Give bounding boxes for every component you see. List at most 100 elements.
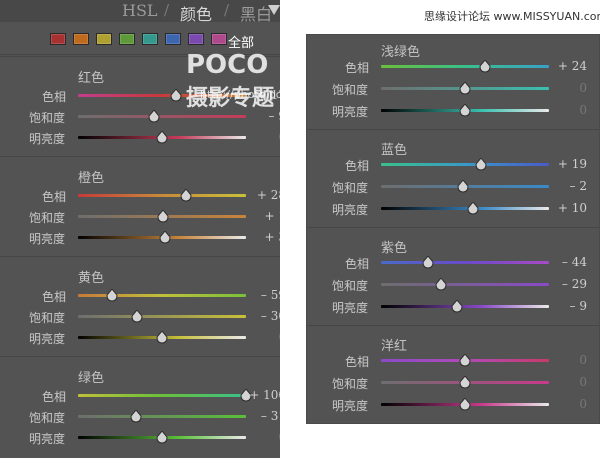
luminance-value[interactable]: + 10: [547, 201, 587, 215]
hue-value[interactable]: + 28: [246, 188, 280, 202]
luminance-slider-thumb[interactable]: [459, 104, 471, 117]
all-colors-label[interactable]: 全部: [228, 32, 254, 51]
hue-value[interactable]: + 24: [547, 59, 587, 73]
hue-slider-thumb[interactable]: [170, 89, 182, 102]
saturation-value[interactable]: – 29: [547, 277, 587, 291]
luminance-value[interactable]: 0: [547, 103, 587, 117]
saturation-slider-track[interactable]: [381, 278, 549, 291]
saturation-value[interactable]: – 31: [246, 409, 280, 423]
saturation-slider-thumb[interactable]: [459, 82, 471, 95]
color-swatch-5[interactable]: [165, 33, 181, 45]
luminance-label: 明亮度: [332, 301, 369, 315]
luminance-slider-track[interactable]: [381, 398, 549, 411]
luminance-value[interactable]: 0: [246, 130, 280, 144]
hue-slider-track[interactable]: [381, 354, 549, 367]
luminance-value[interactable]: 0: [246, 330, 280, 344]
saturation-value[interactable]: – 30: [246, 309, 280, 323]
luminance-slider-track[interactable]: [381, 104, 549, 117]
luminance-label: 明亮度: [332, 399, 369, 413]
section-divider: [0, 156, 280, 157]
luminance-slider-thumb[interactable]: [459, 398, 471, 411]
luminance-slider-thumb[interactable]: [451, 300, 463, 313]
hue-slider-thumb[interactable]: [422, 256, 434, 269]
saturation-value[interactable]: 0: [547, 81, 587, 95]
saturation-slider-track[interactable]: [381, 180, 549, 193]
color-section-2: 紫色 色相 – 44 饱和度 – 29 明亮度 – 9: [307, 227, 599, 325]
hue-value[interactable]: 0: [547, 353, 587, 367]
saturation-slider-thumb[interactable]: [157, 210, 169, 223]
saturation-label: 饱和度: [29, 311, 66, 325]
hue-slider-track[interactable]: [78, 189, 246, 202]
luminance-slider-track[interactable]: [78, 231, 246, 244]
hue-slider-thumb[interactable]: [180, 189, 192, 202]
luminance-slider-track[interactable]: [78, 331, 246, 344]
hue-slider-thumb[interactable]: [459, 354, 471, 367]
saturation-value[interactable]: + 1: [246, 209, 280, 223]
hue-slider-track[interactable]: [381, 158, 549, 171]
slider-row-hue: 色相 – 44: [307, 253, 599, 271]
luminance-slider-thumb[interactable]: [467, 202, 479, 215]
saturation-slider-thumb[interactable]: [131, 310, 143, 323]
luminance-slider-track[interactable]: [381, 300, 549, 313]
saturation-slider-thumb[interactable]: [130, 410, 142, 423]
luminance-slider-track[interactable]: [78, 431, 246, 444]
hue-value[interactable]: – 44: [547, 255, 587, 269]
saturation-slider-track[interactable]: [78, 310, 246, 323]
hue-label: 色相: [345, 355, 370, 369]
color-swatch-1[interactable]: [73, 33, 89, 45]
luminance-label: 明亮度: [29, 432, 66, 446]
luminance-slider-track[interactable]: [381, 202, 549, 215]
luminance-slider-thumb[interactable]: [156, 431, 168, 444]
saturation-slider-track[interactable]: [78, 410, 246, 423]
slider-row-hue: 色相 + 28: [0, 186, 280, 204]
saturation-slider-thumb[interactable]: [435, 278, 447, 291]
hue-value[interactable]: + 19: [547, 157, 587, 171]
saturation-slider-track[interactable]: [381, 82, 549, 95]
saturation-slider-thumb[interactable]: [148, 110, 160, 123]
color-swatch-4[interactable]: [142, 33, 158, 45]
hue-slider-track[interactable]: [381, 60, 549, 73]
hue-slider-thumb[interactable]: [475, 158, 487, 171]
luminance-value[interactable]: 0: [547, 397, 587, 411]
luminance-label: 明亮度: [332, 203, 369, 217]
slider-row-hue: 色相 + 19: [307, 155, 599, 173]
hue-slider-track[interactable]: [78, 289, 246, 302]
luminance-label: 明亮度: [29, 132, 66, 146]
panel-collapse-icon[interactable]: [268, 5, 280, 15]
color-section-1: 蓝色 色相 + 19 饱和度 – 2 明亮度 + 10: [307, 129, 599, 227]
saturation-slider-track[interactable]: [78, 210, 246, 223]
hue-slider-thumb[interactable]: [106, 289, 118, 302]
saturation-value[interactable]: 0: [547, 375, 587, 389]
color-swatch-6[interactable]: [188, 33, 204, 45]
luminance-value[interactable]: 0: [246, 430, 280, 444]
saturation-slider-thumb[interactable]: [457, 180, 469, 193]
hue-value[interactable]: + 100: [246, 388, 280, 402]
hue-slider-track[interactable]: [381, 256, 549, 269]
saturation-value[interactable]: – 2: [547, 179, 587, 193]
slider-row-luminance: 明亮度 0: [0, 428, 280, 446]
slider-row-saturation: 饱和度 + 1: [0, 207, 280, 225]
tab-hsl[interactable]: HSL: [122, 1, 158, 20]
color-swatch-7[interactable]: [211, 33, 227, 45]
saturation-slider-thumb[interactable]: [459, 376, 471, 389]
hue-slider-thumb[interactable]: [479, 60, 491, 73]
color-swatch-0[interactable]: [50, 33, 66, 45]
watermark-logo-text: POCO: [186, 50, 269, 80]
luminance-value[interactable]: + 3: [246, 230, 280, 244]
hue-value[interactable]: – 59: [246, 288, 280, 302]
color-swatch-2[interactable]: [96, 33, 112, 45]
luminance-slider-thumb[interactable]: [156, 131, 168, 144]
luminance-slider-thumb[interactable]: [159, 231, 171, 244]
color-swatch-3[interactable]: [119, 33, 135, 45]
hsl-panel-left: HSL / 颜色 / 黑白 全部 红色色相+ 17饱和度– 9明亮度0橙色色相+…: [0, 0, 280, 458]
luminance-slider-track[interactable]: [78, 131, 246, 144]
luminance-value[interactable]: – 9: [547, 299, 587, 313]
hue-label: 色相: [42, 190, 67, 204]
hue-slider-track[interactable]: [78, 389, 252, 402]
section-title: 绿色: [78, 371, 105, 386]
luminance-slider-thumb[interactable]: [156, 331, 168, 344]
saturation-slider-track[interactable]: [78, 110, 246, 123]
slider-row-luminance: 明亮度 0: [0, 128, 280, 146]
section-title: 红色: [78, 71, 105, 86]
saturation-slider-track[interactable]: [381, 376, 549, 389]
